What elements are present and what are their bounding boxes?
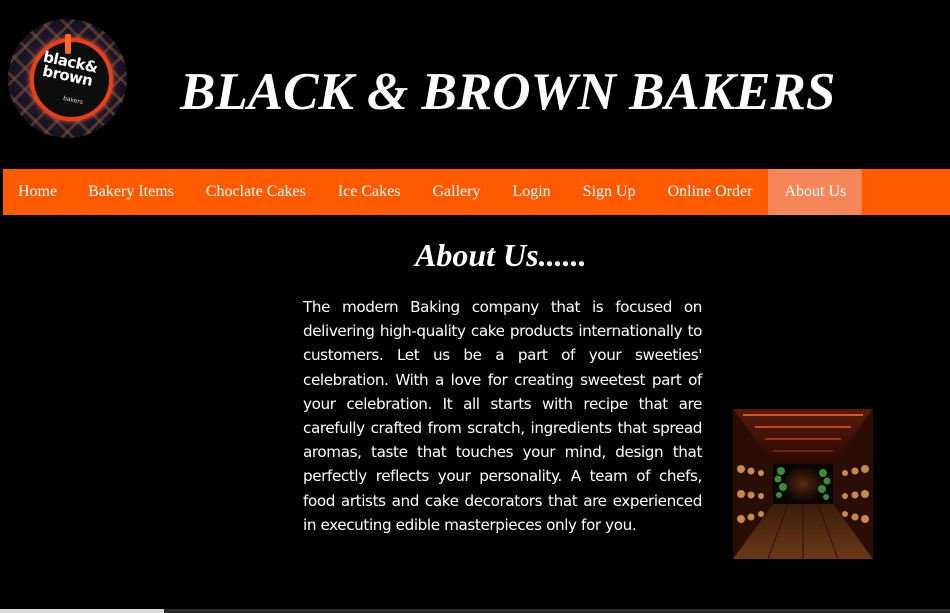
about-paragraph: The modern Baking company that is focuse… — [303, 298, 702, 534]
scrollbar-thumb[interactable] — [0, 609, 164, 613]
site-logo: black& brown bakers — [8, 19, 127, 138]
nav-item-gallery[interactable]: Gallery — [416, 169, 496, 215]
main-navbar: Home Bakery Items Choclate Cakes Ice Cak… — [3, 169, 950, 215]
photo-illustration — [733, 409, 873, 559]
page-heading: About Us...... — [415, 237, 587, 273]
nav-item-login[interactable]: Login — [496, 169, 566, 215]
nav-item-choclate-cakes[interactable]: Choclate Cakes — [190, 169, 322, 215]
nav-item-about-us[interactable]: About Us — [768, 169, 863, 215]
bakery-interior-photo — [733, 409, 873, 559]
nav-item-ice-cakes[interactable]: Ice Cakes — [322, 169, 417, 215]
nav-item-home[interactable]: Home — [3, 169, 72, 215]
nav-item-online-order[interactable]: Online Order — [652, 169, 769, 215]
nav-item-sign-up[interactable]: Sign Up — [567, 169, 652, 215]
nav-item-bakery-items[interactable]: Bakery Items — [72, 169, 190, 215]
site-title: BLACK & BROWN BAKERS — [180, 63, 836, 121]
